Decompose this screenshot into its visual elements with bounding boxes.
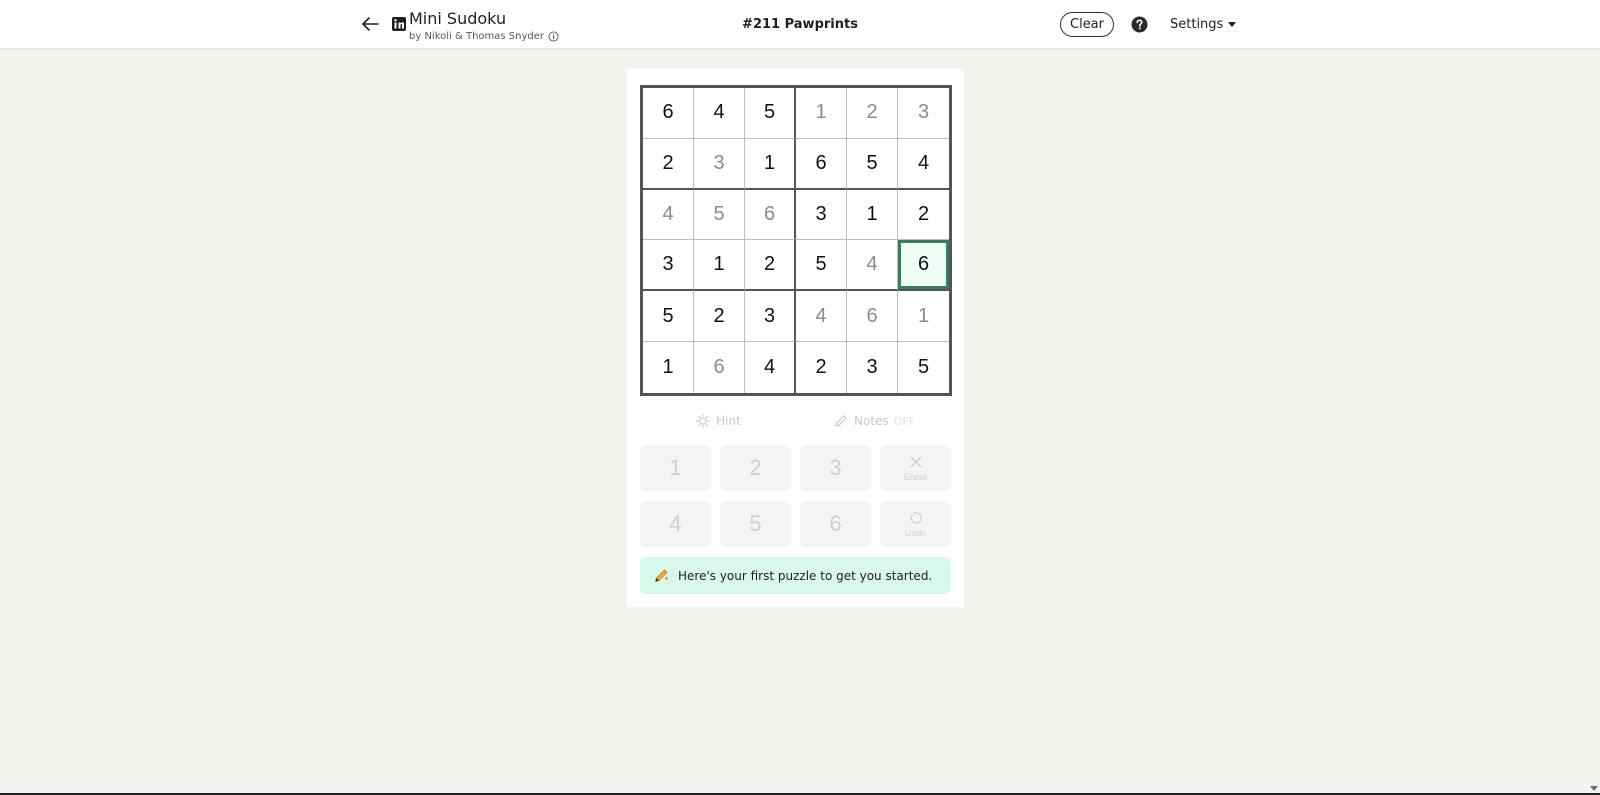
- hint-label: Hint: [716, 414, 741, 428]
- key-1[interactable]: 1: [640, 445, 711, 491]
- sudoku-cell-r4c3[interactable]: 2: [745, 240, 796, 292]
- sudoku-cell-r4c6[interactable]: 6: [898, 240, 949, 292]
- hint-button[interactable]: Hint: [640, 410, 796, 432]
- help-circle-icon[interactable]: [1131, 16, 1148, 33]
- settings-button[interactable]: Settings: [1170, 17, 1237, 32]
- sudoku-cell-r4c4[interactable]: 5: [796, 240, 847, 292]
- erase-label: Erase: [903, 472, 928, 482]
- x-icon: [909, 456, 922, 468]
- sudoku-cell-r1c4[interactable]: 1: [796, 88, 847, 139]
- top-bar: Mini Sudoku by Nikoli & Thomas Snyder #2…: [0, 0, 1600, 49]
- byline-text: by Nikoli & Thomas Snyder: [409, 31, 545, 42]
- notes-button[interactable]: Notes OFF: [796, 410, 952, 432]
- sudoku-cell-r6c3[interactable]: 4: [745, 342, 796, 393]
- sudoku-cell-r5c6[interactable]: 1: [898, 291, 949, 343]
- sudoku-cell-r6c5[interactable]: 3: [847, 342, 898, 393]
- number-keypad: 1 2 3 Erase 4 5 6 Undo: [640, 445, 952, 547]
- sudoku-cell-r2c1[interactable]: 2: [643, 138, 694, 190]
- sudoku-cell-r2c2[interactable]: 3: [694, 138, 745, 190]
- sudoku-cell-r3c1[interactable]: 4: [643, 189, 694, 241]
- sudoku-cell-r4c5[interactable]: 4: [847, 240, 898, 292]
- lightbulb-icon: [696, 413, 711, 429]
- sudoku-cell-r2c3[interactable]: 1: [745, 138, 796, 190]
- back-button[interactable]: [358, 12, 382, 36]
- clear-button[interactable]: Clear: [1060, 12, 1114, 37]
- sudoku-cell-r5c4[interactable]: 4: [796, 291, 847, 343]
- sudoku-cell-r5c1[interactable]: 5: [643, 291, 694, 343]
- undo-label: Undo: [904, 528, 927, 538]
- sudoku-cell-r3c5[interactable]: 1: [847, 189, 898, 241]
- sudoku-cell-r4c2[interactable]: 1: [694, 240, 745, 292]
- sudoku-cell-r5c3[interactable]: 3: [745, 291, 796, 343]
- sudoku-cell-r4c1[interactable]: 3: [643, 240, 694, 292]
- info-icon[interactable]: [548, 31, 559, 42]
- sudoku-cell-r2c5[interactable]: 5: [847, 138, 898, 190]
- settings-label: Settings: [1170, 17, 1224, 32]
- key-4[interactable]: 4: [640, 501, 711, 547]
- info-banner: Here's your first puzzle to get you star…: [640, 557, 951, 594]
- sudoku-cell-r1c3[interactable]: 5: [745, 88, 796, 139]
- key-2[interactable]: 2: [720, 445, 791, 491]
- sudoku-cell-r3c3[interactable]: 6: [745, 189, 796, 241]
- sudoku-cell-r1c2[interactable]: 4: [694, 88, 745, 139]
- sudoku-cell-r1c1[interactable]: 6: [643, 88, 694, 139]
- sudoku-cell-r3c2[interactable]: 5: [694, 189, 745, 241]
- sudoku-cell-r1c5[interactable]: 2: [847, 88, 898, 139]
- sudoku-cell-r2c6[interactable]: 4: [898, 139, 949, 190]
- sudoku-cell-r5c2[interactable]: 2: [694, 291, 745, 343]
- tool-row: Hint Notes OFF: [640, 410, 952, 432]
- sudoku-cell-r3c4[interactable]: 3: [796, 189, 847, 241]
- linkedin-logo: [392, 17, 406, 31]
- pencil-icon: [835, 415, 847, 427]
- key-5[interactable]: 5: [720, 501, 791, 547]
- undo-button[interactable]: Undo: [880, 501, 951, 547]
- app-title: Mini Sudoku: [409, 9, 507, 28]
- puzzle-name: #211 Pawprints: [742, 17, 858, 32]
- sudoku-cell-r6c1[interactable]: 1: [643, 342, 694, 393]
- sudoku-cell-r6c2[interactable]: 6: [694, 342, 745, 393]
- sudoku-cell-r1c6[interactable]: 3: [898, 88, 949, 139]
- notes-label: Notes: [854, 414, 889, 428]
- sudoku-cell-r3c6[interactable]: 2: [898, 190, 949, 241]
- chevron-down-icon: [1228, 22, 1237, 27]
- sudoku-cell-r5c5[interactable]: 6: [847, 291, 898, 343]
- sudoku-cell-r6c4[interactable]: 2: [796, 342, 847, 393]
- banner-text: Here's your first puzzle to get you star…: [678, 568, 933, 583]
- scroll-down-arrow[interactable]: [1590, 786, 1598, 791]
- pencil-sparkle-icon: [655, 569, 669, 582]
- undo-icon: [910, 511, 922, 524]
- key-3[interactable]: 3: [800, 445, 871, 491]
- erase-button[interactable]: Erase: [880, 445, 951, 491]
- arrow-left-icon: [362, 17, 379, 31]
- sudoku-cell-r2c4[interactable]: 6: [796, 138, 847, 190]
- byline: by Nikoli & Thomas Snyder: [409, 31, 559, 42]
- sudoku-cell-r6c6[interactable]: 5: [898, 342, 949, 393]
- sudoku-board: 645123231654456312312546523461164235: [640, 85, 952, 396]
- notes-state: OFF: [893, 414, 915, 428]
- key-6[interactable]: 6: [800, 501, 871, 547]
